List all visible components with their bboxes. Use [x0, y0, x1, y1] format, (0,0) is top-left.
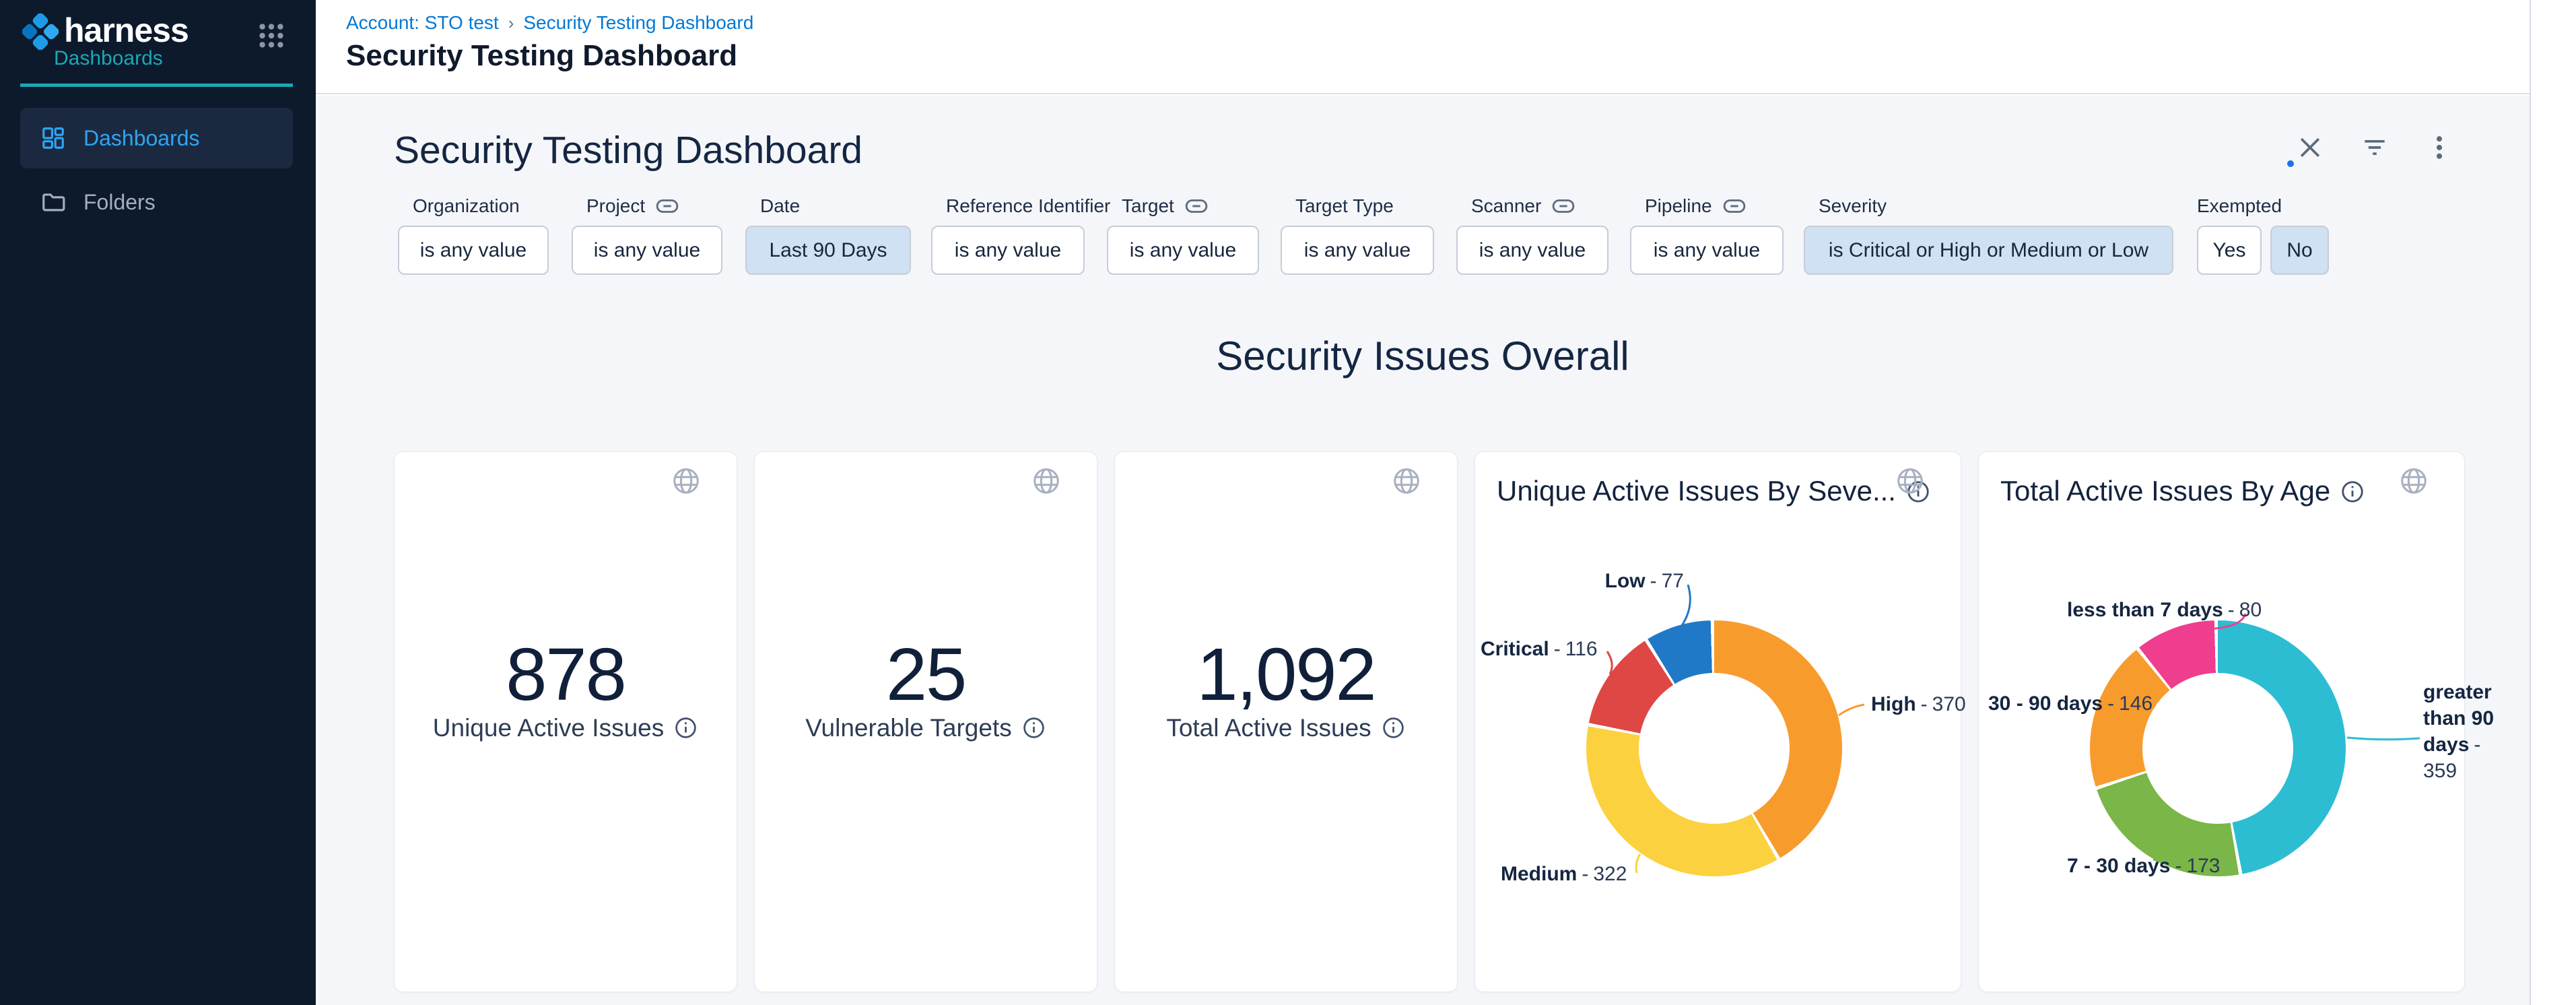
dashboard-title: Security Testing Dashboard	[394, 128, 862, 172]
brand-wordmark: harness	[64, 11, 189, 50]
metric-value: 1,092	[1115, 632, 1457, 717]
filter-icon[interactable]	[2360, 133, 2389, 162]
sidebar-item-dashboards[interactable]: Dashboards	[20, 108, 293, 168]
link-icon	[1185, 197, 1208, 215]
dashboard-actions	[2295, 133, 2454, 162]
module-divider	[20, 84, 293, 87]
filter-label-severity: Severity	[1819, 195, 1887, 217]
filter-chip-exempted-no[interactable]: No	[2270, 226, 2329, 275]
tile-vulnerable-targets: 25 Vulnerable Targets	[754, 451, 1097, 992]
sidebar-item-label: Dashboards	[83, 126, 200, 151]
link-icon	[1723, 197, 1746, 215]
filter-label-scanner: Scanner	[1471, 195, 1575, 217]
metric-label: Total Active Issues	[1115, 714, 1457, 742]
breadcrumb-chevron-icon: ›	[508, 13, 514, 34]
chart-title: Total Active Issues By Age	[2000, 475, 2365, 507]
filter-label-pipeline: Pipeline	[1645, 195, 1746, 217]
slice-label-less-than-7-days: less than 7 days-80	[2067, 599, 2262, 622]
tile-issues-by-age: Total Active Issues By Age less than 7 d…	[1978, 451, 2465, 992]
globe-icon[interactable]	[1031, 465, 1062, 496]
sidebar: harness Dashboards Dashboards Folders	[0, 0, 316, 1005]
tile-unique-active-issues: 878 Unique Active Issues	[394, 451, 737, 992]
folder-icon	[40, 189, 66, 215]
globe-icon[interactable]	[671, 465, 702, 496]
close-icon[interactable]	[2295, 133, 2325, 162]
page-title: Security Testing Dashboard	[346, 39, 737, 73]
metric-value: 878	[395, 632, 737, 717]
sidebar-item-label: Folders	[83, 190, 156, 215]
dashboards-icon	[40, 125, 66, 151]
info-icon[interactable]	[2340, 479, 2365, 505]
filter-label-date: Date	[760, 195, 800, 217]
slice-label-low: Low-77	[1576, 570, 1684, 593]
slice-label-critical: Critical-116	[1481, 638, 1598, 661]
info-icon[interactable]	[673, 715, 698, 740]
filter-label-target-type: Target Type	[1295, 195, 1394, 217]
breadcrumb: Account: STO test › Security Testing Das…	[346, 12, 753, 34]
breadcrumb-page-link[interactable]: Security Testing Dashboard	[523, 12, 753, 34]
filter-chip-target-type[interactable]: is any value	[1281, 226, 1434, 275]
tile-issues-by-severity: Unique Active Issues By Seve... Low-77 C…	[1475, 451, 1961, 992]
globe-icon[interactable]	[2398, 465, 2429, 496]
filter-chip-date[interactable]: Last 90 Days	[745, 226, 911, 275]
filter-label-project: Project	[586, 195, 679, 217]
dashboard-content: Security Testing Dashboard Organization …	[316, 96, 2530, 1005]
sidebar-item-folders[interactable]: Folders	[20, 172, 293, 232]
metric-value: 25	[755, 632, 1097, 717]
filter-chip-exempted-yes[interactable]: Yes	[2197, 226, 2262, 275]
metric-label: Vulnerable Targets	[755, 714, 1097, 742]
globe-icon[interactable]	[1895, 465, 1926, 496]
filter-label-exempted: Exempted	[2197, 195, 2282, 217]
top-header: Account: STO test › Security Testing Das…	[316, 0, 2530, 94]
filter-chip-organization[interactable]: is any value	[398, 226, 549, 275]
cursor-dot	[2287, 160, 2294, 167]
slice-label-7-30-days: 7 - 30 days-173	[2067, 855, 2221, 878]
link-icon	[656, 197, 679, 215]
breadcrumb-account-link[interactable]: Account: STO test	[346, 12, 499, 34]
filter-chip-reference-identifier[interactable]: is any value	[931, 226, 1085, 275]
app-window: harness Dashboards Dashboards Folders	[0, 0, 2576, 1005]
filter-chip-project[interactable]: is any value	[572, 226, 722, 275]
info-icon[interactable]	[1381, 715, 1406, 740]
slice-label-medium: Medium-322	[1501, 863, 1627, 886]
slice-label-high: High-370	[1871, 693, 1966, 716]
tile-total-active-issues: 1,092 Total Active Issues	[1114, 451, 1458, 992]
filter-chip-pipeline[interactable]: is any value	[1630, 226, 1784, 275]
chart-title: Unique Active Issues By Seve...	[1497, 475, 1931, 507]
section-title: Security Issues Overall	[316, 333, 2530, 379]
link-icon	[1552, 197, 1575, 215]
slice-label-30-90-days: 30 - 90 days-146	[1988, 692, 2153, 715]
filter-chip-scanner[interactable]: is any value	[1456, 226, 1608, 275]
info-icon[interactable]	[1021, 715, 1046, 740]
metric-label: Unique Active Issues	[395, 714, 737, 742]
filter-chip-severity[interactable]: is Critical or High or Medium or Low	[1804, 226, 2173, 275]
harness-logo-icon	[22, 13, 59, 50]
module-label: Dashboards	[54, 47, 163, 70]
age-donut-chart[interactable]	[2090, 620, 2346, 876]
filter-label-target: Target	[1122, 195, 1208, 217]
slice-label-greater-than-90-days: greater than 90 days-359	[2423, 679, 2514, 784]
kebab-menu-icon[interactable]	[2425, 133, 2454, 162]
apps-grid-icon[interactable]	[256, 20, 287, 51]
globe-icon[interactable]	[1391, 465, 1422, 496]
severity-donut-chart[interactable]	[1586, 620, 1842, 876]
right-panel-strip	[2530, 0, 2576, 1005]
filter-chip-target[interactable]: is any value	[1107, 226, 1259, 275]
filter-label-organization: Organization	[413, 195, 520, 217]
filter-label-reference-identifier: Reference Identifier	[946, 195, 1110, 217]
